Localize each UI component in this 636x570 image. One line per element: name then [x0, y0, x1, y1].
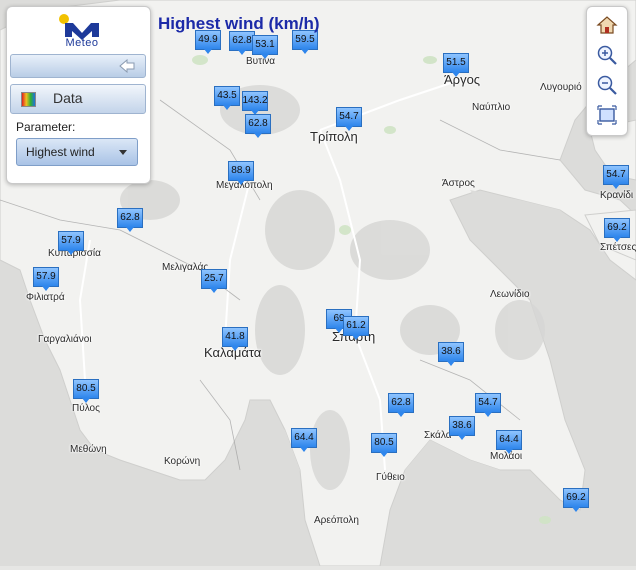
- station-marker[interactable]: 57.9: [33, 267, 59, 291]
- station-marker[interactable]: 43.5: [214, 86, 240, 110]
- data-button[interactable]: Data: [10, 84, 146, 114]
- chevron-down-icon: [119, 150, 127, 155]
- place-label: Σπέτσες: [600, 242, 636, 253]
- station-marker[interactable]: 38.6: [449, 416, 475, 440]
- station-marker[interactable]: 88.9: [228, 161, 254, 185]
- station-marker[interactable]: 64.4: [496, 430, 522, 454]
- place-label: Πύλος: [72, 403, 100, 414]
- place-label: Άστρος: [442, 178, 475, 189]
- place-label: Γύθειο: [376, 472, 405, 483]
- place-label: Αρεόπολη: [314, 515, 359, 526]
- parameter-label: Parameter:: [16, 120, 76, 134]
- station-marker[interactable]: 51.5: [443, 53, 469, 77]
- data-button-label: Data: [53, 90, 83, 106]
- station-marker[interactable]: 25.7: [201, 269, 227, 293]
- station-marker[interactable]: 54.7: [336, 107, 362, 131]
- zoom-in-icon[interactable]: [595, 43, 619, 67]
- station-marker[interactable]: 53.1: [252, 35, 278, 59]
- station-marker[interactable]: 41.8: [222, 327, 248, 351]
- place-label: Λεωνίδιο: [490, 289, 530, 300]
- place-label: Σκάλα: [424, 430, 452, 441]
- place-label: Μεθώνη: [70, 444, 107, 455]
- station-marker[interactable]: 69.2: [563, 488, 589, 512]
- station-marker[interactable]: 62.8: [245, 114, 271, 138]
- place-label: Κρανίδι: [600, 190, 634, 201]
- parameter-select[interactable]: Highest wind: [16, 138, 138, 166]
- color-scale-icon: [21, 92, 36, 107]
- arrow-left-icon: [119, 59, 135, 73]
- station-marker[interactable]: 38.6: [438, 342, 464, 366]
- place-label: Κορώνη: [164, 456, 201, 467]
- station-marker[interactable]: 80.5: [371, 433, 397, 457]
- place-label: Ναύπλιο: [472, 102, 511, 113]
- control-panel: Meteo Data Parameter: Highest wind: [6, 6, 151, 184]
- station-marker[interactable]: 64.4: [291, 428, 317, 452]
- logo-text: Meteo: [65, 37, 99, 49]
- map-title: Highest wind (km/h): [158, 14, 320, 33]
- extent-icon[interactable]: [595, 103, 619, 127]
- place-label: Λυγουριό: [540, 82, 582, 93]
- zoom-out-icon[interactable]: [595, 73, 619, 97]
- station-marker[interactable]: 143.2: [242, 91, 268, 115]
- station-marker[interactable]: 61.2: [343, 316, 369, 340]
- home-icon[interactable]: [595, 13, 619, 37]
- parameter-select-value: Highest wind: [26, 145, 95, 159]
- station-marker[interactable]: 54.7: [475, 393, 501, 417]
- station-marker[interactable]: 54.7: [603, 165, 629, 189]
- station-marker[interactable]: 69.2: [604, 218, 630, 242]
- map-tools: [586, 6, 628, 136]
- place-label: Τρίπολη: [310, 129, 358, 144]
- station-marker[interactable]: 80.5: [73, 379, 99, 403]
- place-label: Φιλιατρά: [26, 292, 65, 303]
- collapse-panel-button[interactable]: [10, 54, 146, 78]
- station-marker[interactable]: 62.8: [117, 208, 143, 232]
- station-marker[interactable]: 57.9: [58, 231, 84, 255]
- place-label: Γαργαλιάνοι: [38, 334, 92, 345]
- station-marker[interactable]: 62.8: [388, 393, 414, 417]
